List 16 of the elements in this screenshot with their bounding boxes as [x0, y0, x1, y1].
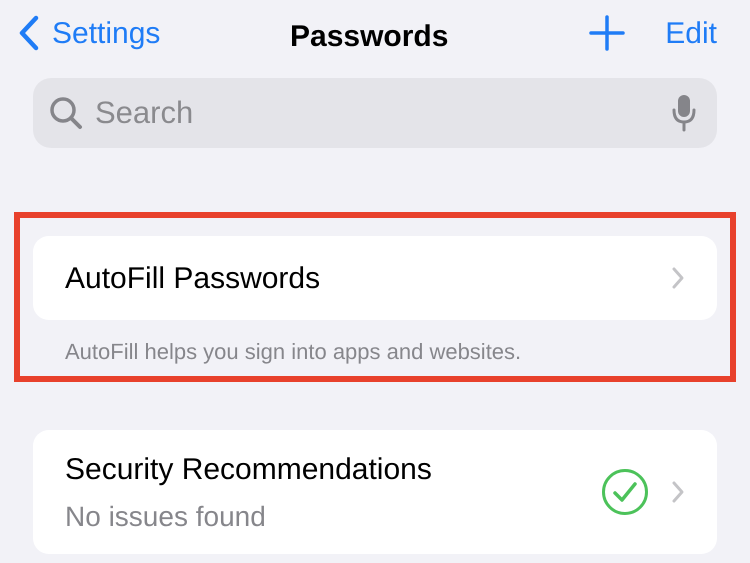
back-button[interactable]: Settings [18, 10, 160, 56]
security-title: Security Recommendations [65, 452, 432, 488]
page-title: Passwords [290, 19, 448, 55]
microphone-icon[interactable] [671, 94, 697, 132]
check-circle-icon [601, 468, 649, 516]
security-subtitle: No issues found [65, 500, 266, 534]
security-row[interactable]: Security Recommendations No issues found [33, 430, 717, 554]
section-footer: AutoFill helps you sign into apps and websites. [33, 320, 717, 366]
chevron-icon [671, 480, 685, 504]
edit-button[interactable]: Edit [665, 10, 717, 56]
search-icon [49, 96, 83, 130]
autofill-row[interactable]: AutoFill Passwords [33, 236, 717, 320]
search-field[interactable]: Search [33, 78, 717, 148]
add-icon[interactable] [589, 15, 626, 51]
chevron-icon [671, 266, 685, 290]
back-chevron-icon [18, 15, 40, 51]
